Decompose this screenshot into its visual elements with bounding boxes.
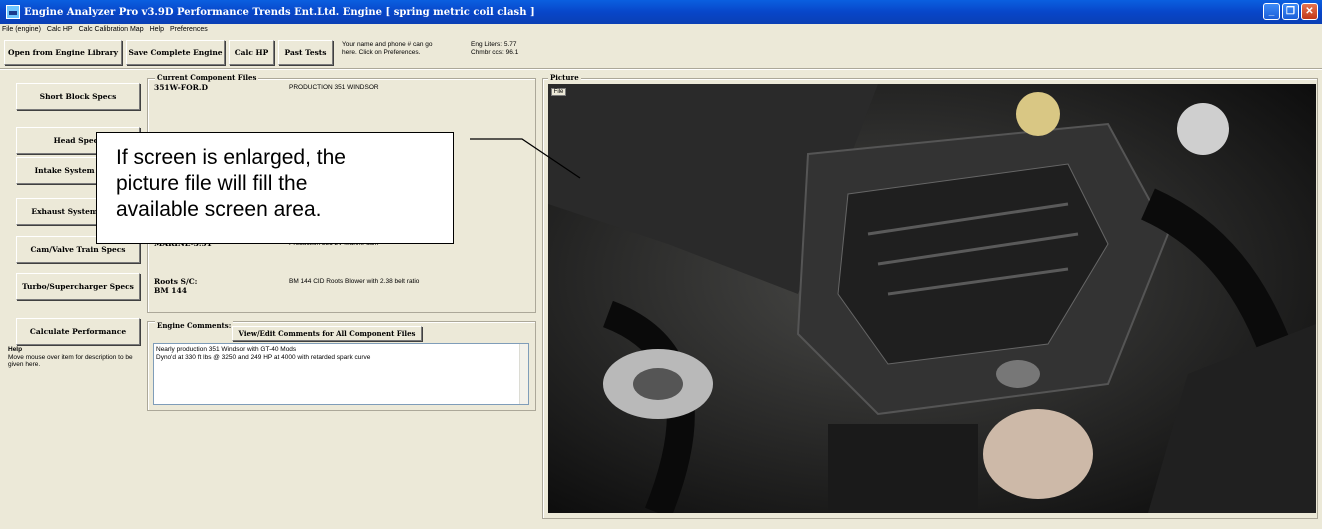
picture-label: Picture <box>548 73 581 82</box>
toolbar: Open from Engine Library Save Complete E… <box>0 37 1322 67</box>
maximize-icon[interactable]: ❐ <box>1282 3 1299 20</box>
short-block-specs-button[interactable]: Short Block Specs <box>16 83 140 110</box>
chmbr-ccs: Chmbr ccs: 96.1 <box>471 49 519 56</box>
calculate-performance-button[interactable]: Calculate Performance <box>16 318 140 345</box>
supercharger-desc: BM 144 CID Roots Blower with 2.38 belt r… <box>289 278 420 285</box>
short-block-file: 351W-FOR.D <box>154 83 208 92</box>
view-edit-comments-button[interactable]: View/Edit Comments for All Component Fil… <box>232 326 422 341</box>
short-block-desc: PRODUCTION 351 WINDSOR <box>289 84 379 91</box>
callout-box: If screen is enlarged, the picture file … <box>96 132 454 244</box>
help-text: Move mouse over item for description to … <box>8 353 133 369</box>
calc-hp-button[interactable]: Calc HP <box>229 40 274 65</box>
help-panel: Help Move mouse over item for descriptio… <box>8 346 146 369</box>
turbo-supercharger-specs-button[interactable]: Turbo/Supercharger Specs <box>16 273 140 300</box>
engine-comments-label: Engine Comments: <box>155 321 234 330</box>
menu-calc-hp[interactable]: Calc HP <box>47 26 73 33</box>
title-bar: Engine Analyzer Pro v3.9D Performance Tr… <box>0 0 1322 24</box>
menu-help[interactable]: Help <box>150 26 164 33</box>
save-complete-engine-button[interactable]: Save Complete Engine <box>126 40 225 65</box>
open-engine-library-button[interactable]: Open from Engine Library <box>4 40 122 65</box>
past-tests-button[interactable]: Past Tests <box>278 40 333 65</box>
menu-bar: File (engine) Calc HP Calc Calibration M… <box>0 24 1322 35</box>
engine-bay-image <box>548 84 1316 513</box>
menu-preferences[interactable]: Preferences <box>170 26 208 33</box>
callout-line-3: available screen area. <box>116 198 322 221</box>
engine-stats: Eng Liters: 5.77 Chmbr ccs: 96.1 <box>471 41 518 57</box>
close-icon[interactable]: ✕ <box>1301 3 1318 20</box>
supercharger-file-label: Roots S/C: <box>154 277 198 286</box>
callout-line-1: If screen is enlarged, the <box>116 146 346 169</box>
engine-app-icon <box>6 5 20 19</box>
user-name-note: Your name and phone # can go here. Click… <box>342 41 433 56</box>
toolbar-separator <box>0 68 1322 70</box>
menu-calc-calibration-map[interactable]: Calc Calibration Map <box>79 26 144 33</box>
callout-line-2: picture file will fill the <box>116 172 308 195</box>
component-files-label: Current Component Files <box>155 73 259 82</box>
comments-scrollbar[interactable] <box>519 344 528 404</box>
window-title: Engine Analyzer Pro v3.9D Performance Tr… <box>24 6 535 18</box>
engine-picture <box>548 84 1316 513</box>
menu-file[interactable]: File (engine) <box>2 26 41 33</box>
help-title: Help <box>8 346 23 353</box>
eng-liters: Eng Liters: 5.77 <box>471 41 517 48</box>
picture-file-button[interactable]: File <box>551 88 566 96</box>
window-controls: _ ❐ ✕ <box>1263 3 1318 20</box>
minimize-icon[interactable]: _ <box>1263 3 1280 20</box>
engine-comments-textarea[interactable]: Nearly production 351 Windsor with GT-40… <box>153 343 529 405</box>
supercharger-file: BM 144 <box>154 286 187 295</box>
